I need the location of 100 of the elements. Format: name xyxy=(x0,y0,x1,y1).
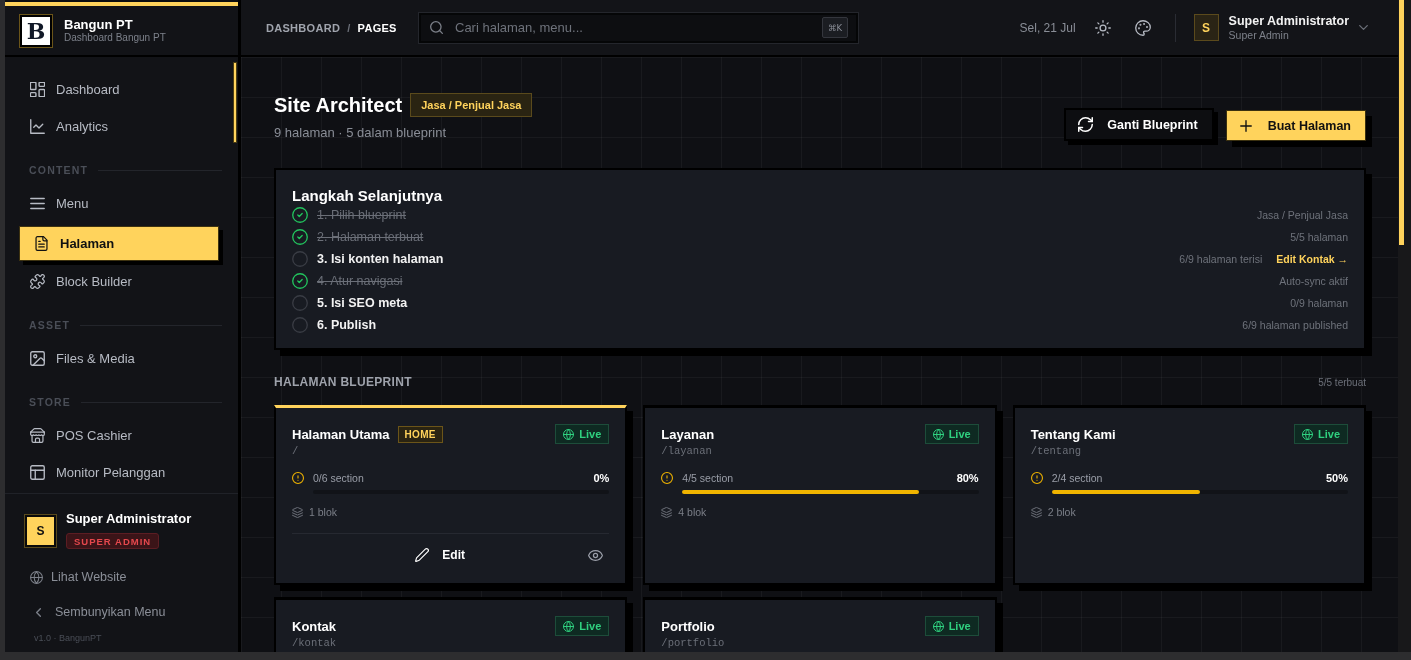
step-label: 2. Halaman terbuat xyxy=(317,230,424,244)
user-avatar[interactable]: S xyxy=(1193,14,1219,41)
eye-icon[interactable] xyxy=(588,549,604,561)
block-count: 1 blok xyxy=(309,506,338,518)
progress-percent: 0% xyxy=(593,472,610,484)
globe-icon xyxy=(563,428,575,440)
status-badge: Live xyxy=(924,616,979,636)
refresh-icon xyxy=(1078,117,1094,132)
nav-item[interactable]: Monitor Pelanggan xyxy=(19,454,219,491)
page-path: / xyxy=(292,444,299,458)
page-subtitle: 9 halaman · 5 dalam blueprint xyxy=(274,124,446,142)
nav-item[interactable]: Files & Media xyxy=(19,340,219,377)
section-label: CONTENT xyxy=(29,164,89,176)
store-icon xyxy=(30,428,45,443)
warning-icon xyxy=(1030,472,1043,484)
nav-item[interactable]: POS Cashier xyxy=(19,417,219,454)
logo[interactable]: B xyxy=(20,14,52,47)
puzzle-icon xyxy=(30,274,45,289)
step-status: 6/9 halaman terisi xyxy=(1179,253,1263,265)
status-badge: Live xyxy=(924,424,979,444)
card-title: Layanan xyxy=(661,426,715,442)
brand-subtitle: Dashboard Bangun PT xyxy=(64,32,166,44)
page-title: Site Architect xyxy=(274,93,403,118)
section-count: 5/5 terbuat xyxy=(1318,376,1366,388)
user-name: Super Administrator xyxy=(1228,13,1349,29)
user-avatar: S xyxy=(25,515,56,547)
card-title: Kontak xyxy=(292,618,337,634)
step-label: 1. Pilih blueprint xyxy=(317,208,406,222)
document-icon xyxy=(34,236,49,251)
page-path: /portfolio xyxy=(661,636,725,650)
step-link[interactable]: Edit Kontak → xyxy=(1276,253,1348,265)
nav-item[interactable]: Block Builder xyxy=(19,263,219,300)
chevron-left-icon xyxy=(36,607,41,617)
card-title: Portfolio xyxy=(661,618,715,634)
shortcut-key: ⌘K xyxy=(821,17,848,38)
sidebar-link[interactable]: Lihat Website xyxy=(30,565,127,589)
section-count: 0/6 section xyxy=(313,472,364,484)
globe-icon xyxy=(932,428,944,440)
breadcrumb-link[interactable]: DASHBOARD xyxy=(266,21,341,34)
status-badge: Live xyxy=(555,616,610,636)
card-title: Tentang Kami xyxy=(1030,426,1116,442)
chevron-down-icon[interactable] xyxy=(1359,25,1368,30)
pencil-icon xyxy=(415,548,430,562)
image-icon xyxy=(30,351,45,366)
status-badge: Live xyxy=(1294,424,1348,444)
block-count: 2 blok xyxy=(1047,506,1076,518)
step-status: Jasa / Penjual Jasa xyxy=(1256,209,1348,221)
breadcrumb-separator: / xyxy=(347,21,351,34)
step-label: 6. Publish xyxy=(317,318,377,332)
card-title: Langkah Selanjutnya xyxy=(292,188,443,204)
warning-icon xyxy=(661,472,674,484)
search-input[interactable]: Cari halaman, menu... xyxy=(455,18,810,37)
role-badge: SUPER ADMIN xyxy=(66,533,160,549)
step-status: 6/9 halaman published xyxy=(1242,319,1348,331)
card-title: Halaman Utama xyxy=(292,426,390,442)
step-label: 3. Isi konten halaman xyxy=(317,252,444,266)
edit-button[interactable]: Edit xyxy=(409,544,471,566)
globe-icon xyxy=(563,620,575,632)
layers-icon xyxy=(661,506,673,518)
progress-percent: 50% xyxy=(1325,472,1348,484)
section-title: HALAMAN BLUEPRINT xyxy=(274,375,412,389)
search-bar[interactable]: Cari halaman, menu... ⌘K xyxy=(419,12,858,43)
plus-icon xyxy=(1239,119,1252,132)
page-tag: HOME xyxy=(397,425,443,443)
user-role: Super Admin xyxy=(1228,28,1290,42)
page-path: /kontak xyxy=(292,636,337,650)
layers-icon xyxy=(292,506,303,518)
step-label: 5. Isi SEO meta xyxy=(317,296,408,310)
breadcrumb-link[interactable]: PAGES xyxy=(357,21,397,34)
brand-name: Bangun PT xyxy=(64,17,134,32)
section-count: 2/4 section xyxy=(1051,472,1103,484)
section-label: STORE xyxy=(29,396,71,408)
palette-icon[interactable] xyxy=(1134,19,1151,36)
menu-icon xyxy=(30,196,45,211)
layers-icon xyxy=(1030,506,1042,518)
nav-item[interactable]: Menu xyxy=(19,185,219,222)
grid-icon xyxy=(30,82,45,97)
step-status: 5/5 halaman xyxy=(1290,231,1348,243)
search-icon xyxy=(430,21,443,34)
layout-icon xyxy=(30,465,45,480)
version-label: v1.0 · BangunPT xyxy=(34,633,102,643)
nav-item[interactable]: Dashboard xyxy=(19,71,219,108)
date-label: Sel, 21 Jul xyxy=(1019,20,1076,35)
section-label: ASSET xyxy=(29,319,70,331)
step-status: Auto-sync aktif xyxy=(1279,275,1348,287)
warning-icon xyxy=(292,472,304,484)
scrollbar-thumb[interactable] xyxy=(233,62,237,143)
globe-icon xyxy=(1302,428,1313,440)
sun-icon[interactable] xyxy=(1094,19,1111,36)
scrollbar-thumb[interactable] xyxy=(1399,0,1404,245)
category-badge: Jasa / Penjual Jasa xyxy=(410,93,533,117)
progress-percent: 80% xyxy=(956,472,979,484)
line-chart-icon xyxy=(30,119,45,134)
collapse-button[interactable]: Sembunyikan Menu xyxy=(36,600,166,624)
step-status: 0/9 halaman xyxy=(1290,297,1348,309)
step-label: 4. Atur navigasi xyxy=(317,274,403,288)
globe-icon xyxy=(30,570,43,584)
page-path: /layanan xyxy=(661,444,712,458)
nav-item[interactable]: Analytics xyxy=(19,108,219,145)
page-path: /tentang xyxy=(1030,444,1082,458)
